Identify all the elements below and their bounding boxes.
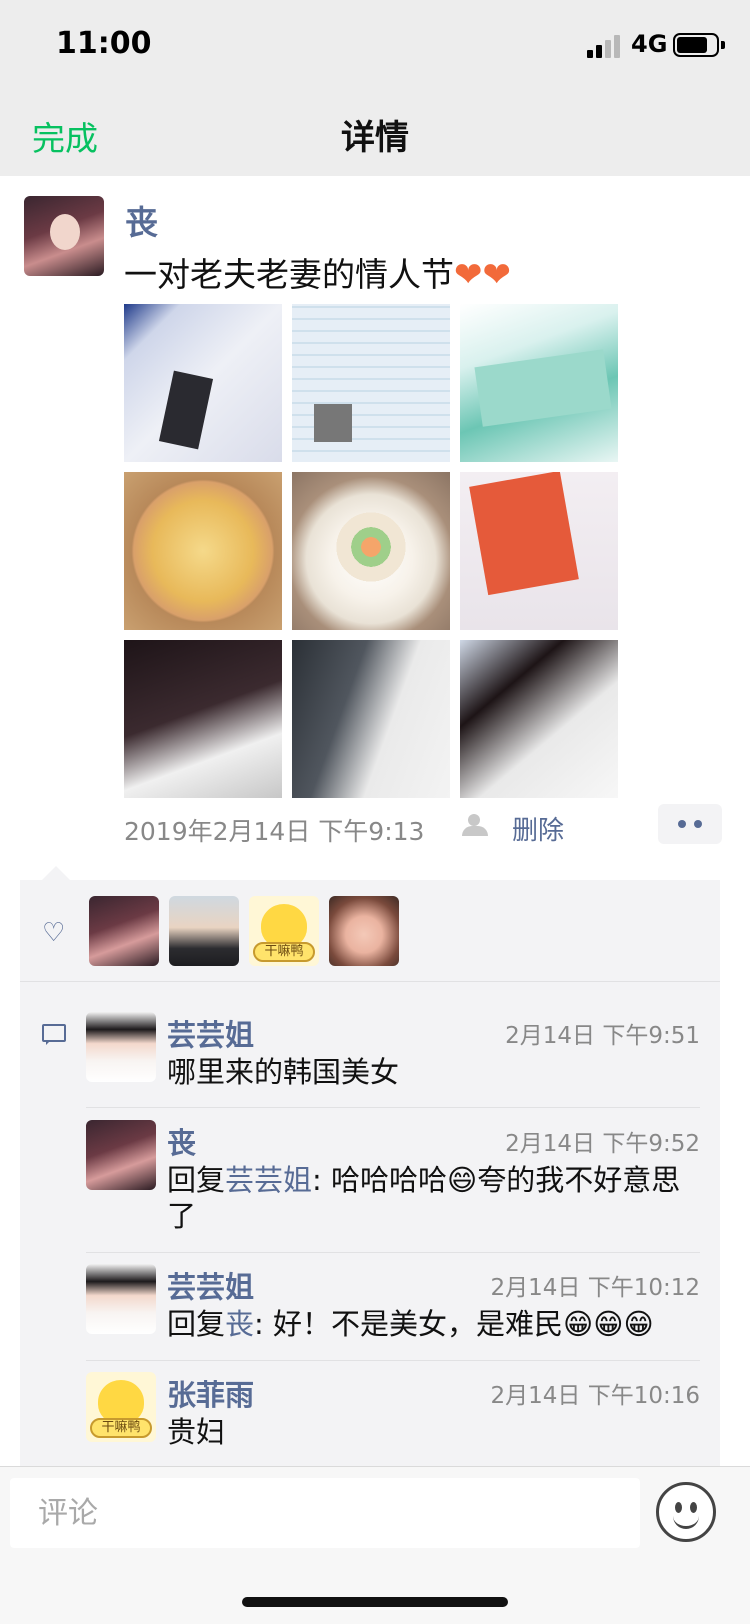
comment-separator	[86, 1252, 700, 1253]
home-indicator	[242, 1597, 508, 1607]
commenter-name[interactable]: 芸芸姐	[167, 1264, 254, 1306]
visibility-people-icon[interactable]	[462, 814, 492, 836]
photo-thumbnail[interactable]	[292, 472, 450, 630]
photo-grid	[124, 304, 618, 798]
comment-time: 2月14日 下午9:51	[505, 1023, 700, 1049]
post-timestamp: 2019年2月14日 下午9:13	[124, 817, 425, 846]
heart-emoji-icon: ❤❤	[454, 255, 511, 295]
delete-button[interactable]: 删除	[512, 810, 564, 847]
commenter-avatar[interactable]: 干嘛鸭	[86, 1372, 156, 1442]
comment-text: 哪里来的韩国美女	[167, 1055, 400, 1089]
reply-prefix: 回复	[167, 1307, 226, 1341]
comment-body: : 好！不是美女，是难民😁😁😁	[254, 1307, 654, 1341]
photo-thumbnail[interactable]	[460, 472, 618, 630]
comment-time: 2月14日 下午9:52	[505, 1131, 700, 1157]
photo-thumbnail[interactable]	[124, 472, 282, 630]
comment-item[interactable]: 芸芸姐 2月14日 下午9:51 哪里来的韩国美女	[86, 1012, 700, 1092]
comment-item[interactable]: 干嘛鸭 张菲雨 2月14日 下午10:16 贵妇	[86, 1372, 700, 1452]
duck-sticker-text: 干嘛鸭	[90, 1418, 152, 1438]
commenter-name[interactable]: 张菲雨	[167, 1372, 254, 1414]
comment-text: 贵妇	[167, 1415, 226, 1449]
comment-separator	[86, 1360, 700, 1361]
panel-arrow	[42, 866, 70, 880]
photo-thumbnail[interactable]	[292, 640, 450, 798]
done-button[interactable]: 完成	[32, 112, 98, 160]
comment-time: 2月14日 下午10:16	[490, 1383, 701, 1409]
author-name[interactable]: 丧	[125, 196, 158, 244]
divider	[20, 981, 720, 982]
photo-thumbnail[interactable]	[124, 640, 282, 798]
commenter-name[interactable]: 芸芸姐	[167, 1012, 254, 1054]
page-title: 详情	[341, 118, 409, 158]
heart-outline-icon: ♡	[42, 918, 66, 948]
battery-icon	[673, 33, 719, 57]
battery-cap	[721, 41, 725, 49]
network-type: 4G	[631, 30, 668, 58]
commenter-avatar[interactable]	[86, 1264, 156, 1334]
liker-avatar[interactable]	[329, 896, 399, 966]
photo-thumbnail[interactable]	[292, 304, 450, 462]
comment-item[interactable]: 丧 2月14日 下午9:52 回复芸芸姐: 哈哈哈哈😄夸的我不好意思了	[86, 1120, 700, 1240]
signal-icon	[587, 34, 623, 58]
liker-avatar[interactable]: 干嘛鸭	[249, 896, 319, 966]
photo-thumbnail[interactable]	[460, 640, 618, 798]
comment-time: 2月14日 下午10:12	[490, 1275, 701, 1301]
comment-text: 回复芸芸姐: 哈哈哈哈😄夸的我不好意思了	[167, 1162, 687, 1234]
commenter-name[interactable]: 丧	[167, 1120, 196, 1162]
comment-separator	[86, 1107, 700, 1108]
liker-avatar[interactable]	[89, 896, 159, 966]
duck-sticker-text: 干嘛鸭	[253, 942, 315, 962]
emoji-button[interactable]	[656, 1482, 716, 1542]
reply-to-name[interactable]: 丧	[225, 1307, 254, 1341]
commenter-avatar[interactable]	[86, 1120, 156, 1190]
status-time: 11:00	[56, 26, 152, 61]
photo-thumbnail[interactable]	[460, 304, 618, 462]
more-options-button[interactable]	[658, 804, 722, 844]
post-text: 一对老夫老妻的情人节❤❤	[124, 248, 511, 296]
post-text-body: 一对老夫老妻的情人节	[124, 255, 454, 294]
reply-to-name[interactable]: 芸芸姐	[225, 1163, 312, 1197]
comment-input[interactable]	[10, 1478, 640, 1548]
comment-text: 回复丧: 好！不是美女，是难民😁😁😁	[167, 1306, 687, 1342]
liker-avatar[interactable]	[169, 896, 239, 966]
liker-avatars: 干嘛鸭	[89, 896, 399, 966]
author-avatar[interactable]	[24, 196, 104, 276]
commenter-avatar[interactable]	[86, 1012, 156, 1082]
comment-item[interactable]: 芸芸姐 2月14日 下午10:12 回复丧: 好！不是美女，是难民😁😁😁	[86, 1264, 700, 1344]
reply-prefix: 回复	[167, 1163, 226, 1197]
photo-thumbnail[interactable]	[124, 304, 282, 462]
comment-bubble-icon	[42, 1024, 66, 1045]
